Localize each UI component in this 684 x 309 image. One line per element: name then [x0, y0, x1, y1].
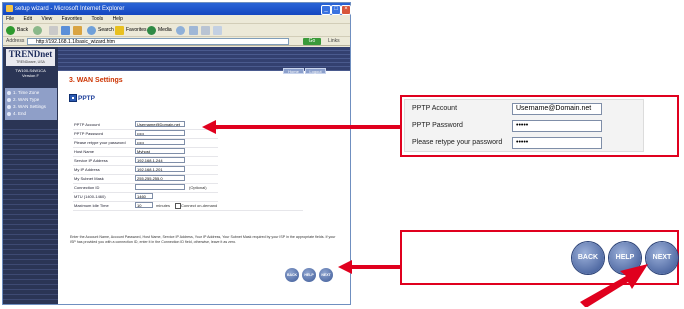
zoom-row: Please retype your password •••••: [412, 136, 642, 152]
window-title: setup wizard - Microsoft Internet Explor…: [15, 6, 125, 12]
retype-password-label: Please retype your password: [74, 140, 126, 145]
media-icon[interactable]: [147, 26, 156, 35]
browser-window: setup wizard - Microsoft Internet Explor…: [2, 2, 351, 305]
favorites-star-icon[interactable]: [115, 26, 124, 35]
step-dot-icon: [7, 97, 11, 102]
sidebar: TRENDnet TRENDware, USA TW100-S4W1CA Ver…: [3, 47, 58, 304]
mail-icon[interactable]: [189, 26, 198, 35]
back-button[interactable]: BACK: [285, 268, 299, 282]
connection-id-label: Connection ID: [74, 185, 100, 190]
history-icon[interactable]: [176, 26, 185, 35]
instructions-text: Enter the Account Name, Account Password…: [70, 235, 336, 244]
close-icon[interactable]: ×: [341, 5, 351, 15]
step-time-zone[interactable]: 1. Time Zone: [7, 90, 39, 95]
print-icon[interactable]: [201, 26, 210, 35]
my-ip-input[interactable]: 192.168.1.201: [135, 166, 185, 172]
menu-file[interactable]: File: [6, 16, 14, 22]
address-label: Address: [6, 38, 25, 44]
media-label[interactable]: Media: [158, 27, 172, 33]
menu-view[interactable]: View: [41, 16, 52, 22]
back-label[interactable]: Back: [17, 27, 28, 33]
links-label[interactable]: Links: [328, 38, 340, 44]
my-ip-label: My IP Address: [74, 167, 100, 172]
optional-note: (Optional): [189, 185, 207, 190]
forward-arrow-icon[interactable]: [33, 26, 42, 35]
step-end[interactable]: 4. End: [7, 111, 26, 116]
menu-edit[interactable]: Edit: [23, 16, 32, 22]
connect-on-demand-label: Connect on-demand: [181, 203, 218, 208]
menu-tools[interactable]: Tools: [91, 16, 103, 22]
service-ip-label: Service IP Address: [74, 158, 108, 163]
browser-toolbar: Back Search Favorites Media: [3, 24, 350, 37]
trendnet-logo: TRENDnet TRENDware, USA: [6, 49, 55, 66]
menu-help[interactable]: Help: [113, 16, 123, 22]
mtu-label: MTU (1400-1460): [74, 194, 106, 199]
callout-arrow-head: [338, 260, 352, 274]
mtu-input[interactable]: 1460: [135, 193, 153, 199]
zoom-row: PPTP Password •••••: [412, 119, 642, 135]
router-page: TRENDnet TRENDware, USA TW100-S4W1CA Ver…: [3, 47, 350, 304]
zoom-pptp-account-label: PPTP Account: [412, 105, 458, 112]
max-idle-time-input[interactable]: 10: [135, 202, 153, 208]
home-icon[interactable]: [73, 26, 82, 35]
step-dot-icon: [7, 104, 11, 109]
address-bar: Address http://192.168.1.1/basic_wizard.…: [3, 37, 350, 46]
zoom-callout-fields: PPTP Account Username@Domain.net PPTP Pa…: [400, 95, 679, 157]
zoom-retype-password-label: Please retype your password: [412, 139, 503, 146]
back-arrow-icon[interactable]: [6, 26, 15, 35]
step-wan-settings[interactable]: 3. WAN Settings: [7, 104, 46, 109]
step-dot-icon: [7, 90, 11, 95]
zoom-pptp-password-input[interactable]: •••••: [512, 120, 602, 132]
zoom-retype-password-input[interactable]: •••••: [512, 137, 602, 149]
form-row: Maximum Idle Time 10 minutes Connect on-…: [73, 201, 303, 211]
menu-bar: File Edit View Favorites Tools Help: [3, 15, 350, 24]
pptp-account-label: PPTP Account: [74, 122, 100, 127]
step-wan-type[interactable]: 2. WAN Type: [7, 97, 39, 102]
section-title: PPTP: [78, 95, 95, 102]
step-dot-icon: [7, 111, 11, 116]
callout-arrow-shaft: [214, 125, 400, 129]
max-idle-time-label: Maximum Idle Time: [74, 203, 109, 208]
pointer-arrow-icon: [580, 264, 648, 307]
pptp-password-label: PPTP Password: [74, 131, 104, 136]
zoom-pptp-password-label: PPTP Password: [412, 122, 463, 129]
next-button[interactable]: NEXT: [319, 268, 333, 282]
callout-arrow-shaft: [350, 265, 400, 269]
subnet-mask-label: My Subnet Mask: [74, 176, 104, 181]
sidebar-decoration: [3, 125, 58, 304]
connection-id-input[interactable]: [135, 184, 185, 190]
service-ip-input[interactable]: 192.168.1.244: [135, 157, 185, 163]
pptp-password-input[interactable]: •••••: [135, 130, 185, 136]
model-label: TW100-S4W1CA Version F: [15, 68, 46, 78]
maximize-icon[interactable]: □: [331, 5, 341, 15]
edit-icon[interactable]: [213, 26, 222, 35]
minutes-label: minutes: [156, 203, 171, 208]
minimize-icon[interactable]: _: [321, 5, 331, 15]
subnet-mask-input[interactable]: 255.255.255.0: [135, 175, 185, 181]
zoom-pptp-account-input[interactable]: Username@Domain.net: [512, 103, 602, 115]
stop-icon[interactable]: [49, 26, 58, 35]
zoom-row: PPTP Account Username@Domain.net: [412, 102, 642, 118]
home-button[interactable]: Home: [283, 68, 304, 74]
retype-password-input[interactable]: •••••: [135, 139, 185, 145]
host-name-label: Host Name: [74, 149, 95, 154]
zoom-fields-panel: PPTP Account Username@Domain.net PPTP Pa…: [404, 99, 644, 152]
address-input[interactable]: http://192.168.1.1/basic_wizard.htm: [27, 38, 289, 45]
host-name-input[interactable]: Myhost: [135, 148, 185, 154]
search-icon[interactable]: [87, 26, 96, 35]
favorites-label[interactable]: Favorites: [126, 27, 147, 33]
go-button[interactable]: Go: [303, 38, 321, 45]
pptp-account-input[interactable]: Username@Domain.net: [135, 121, 185, 127]
menu-favorites[interactable]: Favorites: [62, 16, 83, 22]
ie-icon: [6, 5, 13, 12]
title-bar: setup wizard - Microsoft Internet Explor…: [3, 3, 351, 15]
callout-arrow-head: [202, 120, 216, 134]
page-title: 3. WAN Settings: [69, 77, 123, 84]
wizard-steps: 1. Time Zone 2. WAN Type 3. WAN Settings…: [5, 88, 57, 120]
refresh-icon[interactable]: [61, 26, 70, 35]
help-button[interactable]: HELP: [302, 268, 316, 282]
search-label[interactable]: Search: [98, 27, 114, 33]
pptp-icon: [69, 94, 77, 102]
logout-button[interactable]: Logout: [305, 68, 326, 74]
